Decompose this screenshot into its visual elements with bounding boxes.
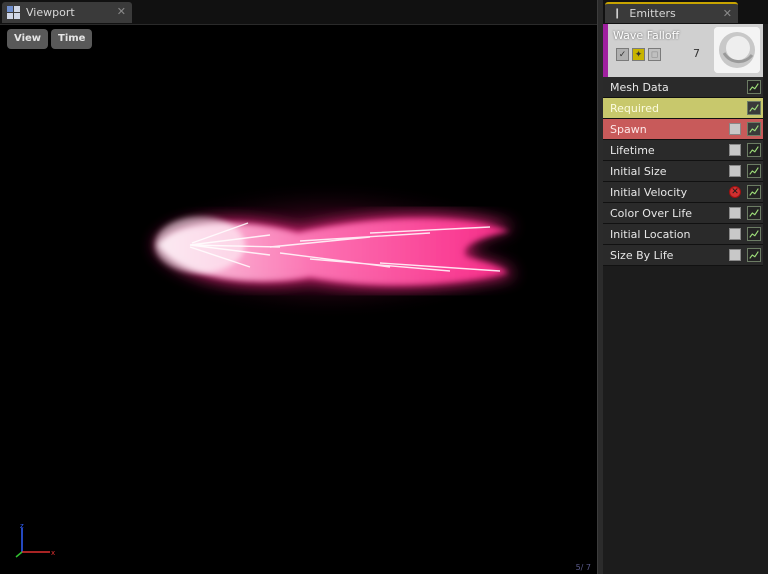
module-enable-checkbox[interactable] <box>729 144 741 156</box>
module-label: Initial Location <box>610 228 691 241</box>
viewport-canvas[interactable]: View Time z x 5/ 7 <box>0 24 597 574</box>
module-label: Spawn <box>610 123 647 136</box>
particle-count: 7 <box>693 47 700 60</box>
emitter-toggle-icons: ✓ ✦ ◻ <box>616 48 661 61</box>
module-label: Mesh Data <box>610 81 669 94</box>
viewport-tab[interactable]: Viewport ✕ <box>2 2 132 23</box>
module-label: Size By Life <box>610 249 674 262</box>
module-enable-checkbox[interactable] <box>729 228 741 240</box>
emitter-name: Wave Falloff <box>613 29 680 42</box>
close-icon[interactable]: ✕ <box>117 5 126 18</box>
emitters-tabbar: ❙ Emitters ✕ <box>603 0 768 24</box>
curve-graph-icon[interactable] <box>747 227 761 241</box>
curve-graph-icon[interactable] <box>747 122 761 136</box>
emitters-panel: Wave Falloff ✓ ✦ ◻ 7 Mesh Data Required <box>603 24 768 574</box>
particle-effect-preview <box>130 180 530 320</box>
module-enable-checkbox[interactable] <box>729 123 741 135</box>
curve-graph-icon[interactable] <box>747 206 761 220</box>
curve-graph-icon[interactable] <box>747 80 761 94</box>
view-button[interactable]: View <box>7 29 49 49</box>
module-initial-location[interactable]: Initial Location <box>603 224 763 245</box>
curve-graph-icon[interactable] <box>747 248 761 262</box>
module-label: Lifetime <box>610 144 655 157</box>
viewport-tabbar: Viewport ✕ <box>0 0 600 24</box>
time-button[interactable]: Time <box>51 29 93 49</box>
svg-text:z: z <box>20 524 24 530</box>
module-lifetime[interactable]: Lifetime <box>603 140 763 161</box>
solo-emitter-icon[interactable]: ✦ <box>632 48 645 61</box>
viewport-grid-icon <box>7 6 20 19</box>
emitter-thumbnail <box>714 27 760 73</box>
module-enable-checkbox[interactable] <box>729 207 741 219</box>
cascade-editor: Viewport ✕ View Time z x 5/ 7 ❙ Emitters… <box>0 0 768 574</box>
emitters-tab-label: Emitters <box>629 7 676 20</box>
module-label: Required <box>610 102 659 115</box>
enable-emitter-icon[interactable]: ✓ <box>616 48 629 61</box>
module-label: Initial Velocity <box>610 186 688 199</box>
module-label: Color Over Life <box>610 207 692 220</box>
module-enable-checkbox[interactable] <box>729 165 741 177</box>
curve-graph-icon[interactable] <box>747 101 761 115</box>
emitters-tab[interactable]: ❙ Emitters ✕ <box>605 2 738 23</box>
module-enable-checkbox[interactable] <box>729 249 741 261</box>
curve-graph-icon[interactable] <box>747 143 761 157</box>
module-required[interactable]: Required <box>603 98 763 119</box>
viewport-tab-label: Viewport <box>26 6 75 19</box>
svg-text:x: x <box>51 549 55 557</box>
module-initial-size[interactable]: Initial Size <box>603 161 763 182</box>
close-icon[interactable]: ✕ <box>723 7 732 20</box>
module-mesh-data[interactable]: Mesh Data <box>603 77 763 98</box>
emitter-header[interactable]: Wave Falloff ✓ ✦ ◻ 7 <box>603 24 763 77</box>
axis-gizmo: z x <box>15 524 55 558</box>
module-disabled-icon[interactable]: ✕ <box>729 186 741 198</box>
module-color-over-life[interactable]: Color Over Life <box>603 203 763 224</box>
module-size-by-life[interactable]: Size By Life <box>603 245 763 266</box>
module-initial-velocity[interactable]: Initial Velocity ✕ <box>603 182 763 203</box>
render-mode-icon[interactable]: ◻ <box>648 48 661 61</box>
curve-graph-icon[interactable] <box>747 164 761 178</box>
emitters-icon: ❙ <box>613 8 622 19</box>
curve-graph-icon[interactable] <box>747 185 761 199</box>
module-spawn[interactable]: Spawn <box>603 119 763 140</box>
module-label: Initial Size <box>610 165 667 178</box>
module-list: Mesh Data Required Spawn Lifetime Initia… <box>603 77 763 266</box>
viewport-stats: 5/ 7 <box>575 563 591 572</box>
